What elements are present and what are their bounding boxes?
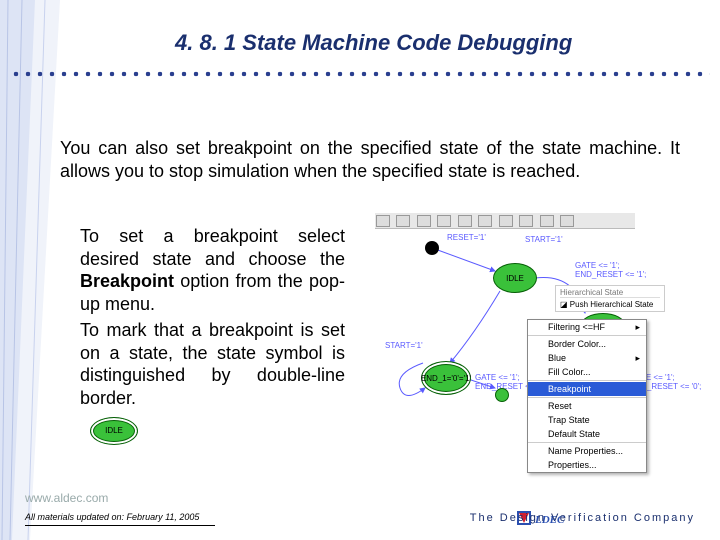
menu-item[interactable]: Trap State — [528, 413, 646, 427]
body-paragraph: You can also set breakpoint on the speci… — [60, 137, 680, 182]
initial-state-dot — [425, 241, 439, 255]
website-url: www.aldec.com — [25, 491, 108, 505]
menu-separator — [528, 442, 646, 443]
breakpoint-word: Breakpoint — [80, 271, 174, 291]
label-gate: GATE <= '1'; END_RESET <= '1'; — [575, 261, 646, 279]
menu-item[interactable]: Properties... — [528, 458, 646, 472]
hierarchy-item: ◪ Push Hierarchical State — [560, 300, 660, 309]
menu-item[interactable]: Default State — [528, 427, 646, 441]
menu-item[interactable]: Breakpoint — [528, 382, 646, 396]
divider-dots — [10, 70, 710, 78]
updated-underline — [25, 525, 215, 526]
company-tagline: The Design Verification Company — [470, 512, 695, 524]
updated-text: All materials updated on: February 11, 2… — [25, 512, 199, 522]
label-start: START='1' — [525, 235, 563, 244]
hierarchy-panel: Hierarchical State ◪ Push Hierarchical S… — [555, 285, 665, 312]
context-menu[interactable]: Filtering <=HF Border Color...BlueFill Co… — [527, 319, 647, 473]
menu-item[interactable]: Border Color... — [528, 337, 646, 351]
menu-separator — [528, 335, 646, 336]
label-start2: START='1' — [385, 341, 423, 350]
slide-title: 4. 8. 1 State Machine Code Debugging — [175, 30, 690, 56]
menu-item[interactable]: Reset — [528, 399, 646, 413]
state-idle[interactable]: IDLE — [493, 263, 537, 293]
idle-example: IDLE — [80, 417, 345, 445]
idle-double-border-example: IDLE — [90, 417, 138, 445]
label-reset: RESET='1' — [447, 233, 486, 242]
menu-separator — [528, 380, 646, 381]
menu-separator — [528, 397, 646, 398]
left-p2: To mark that a breakpoint is set on a st… — [80, 319, 345, 409]
left-p1-a: To set a breakpoint select desired state… — [80, 226, 345, 269]
state-machine-diagram: RESET='1' START='1' IDLE GATE <= '1'; EN… — [375, 213, 695, 463]
state-end[interactable]: END_1='0'='1' — [421, 361, 471, 395]
hierarchy-push: Push Hierarchical State — [570, 300, 654, 309]
left-p1: To set a breakpoint select desired state… — [80, 225, 345, 315]
state-small[interactable] — [495, 388, 509, 402]
menu-item[interactable]: Blue — [528, 351, 646, 365]
menu-item[interactable]: Filtering <=HF — [528, 320, 646, 334]
menu-item[interactable]: Fill Color... — [528, 365, 646, 379]
left-column: To set a breakpoint select desired state… — [80, 225, 345, 445]
hierarchy-title: Hierarchical State — [560, 288, 660, 298]
menu-item[interactable]: Name Properties... — [528, 444, 646, 458]
